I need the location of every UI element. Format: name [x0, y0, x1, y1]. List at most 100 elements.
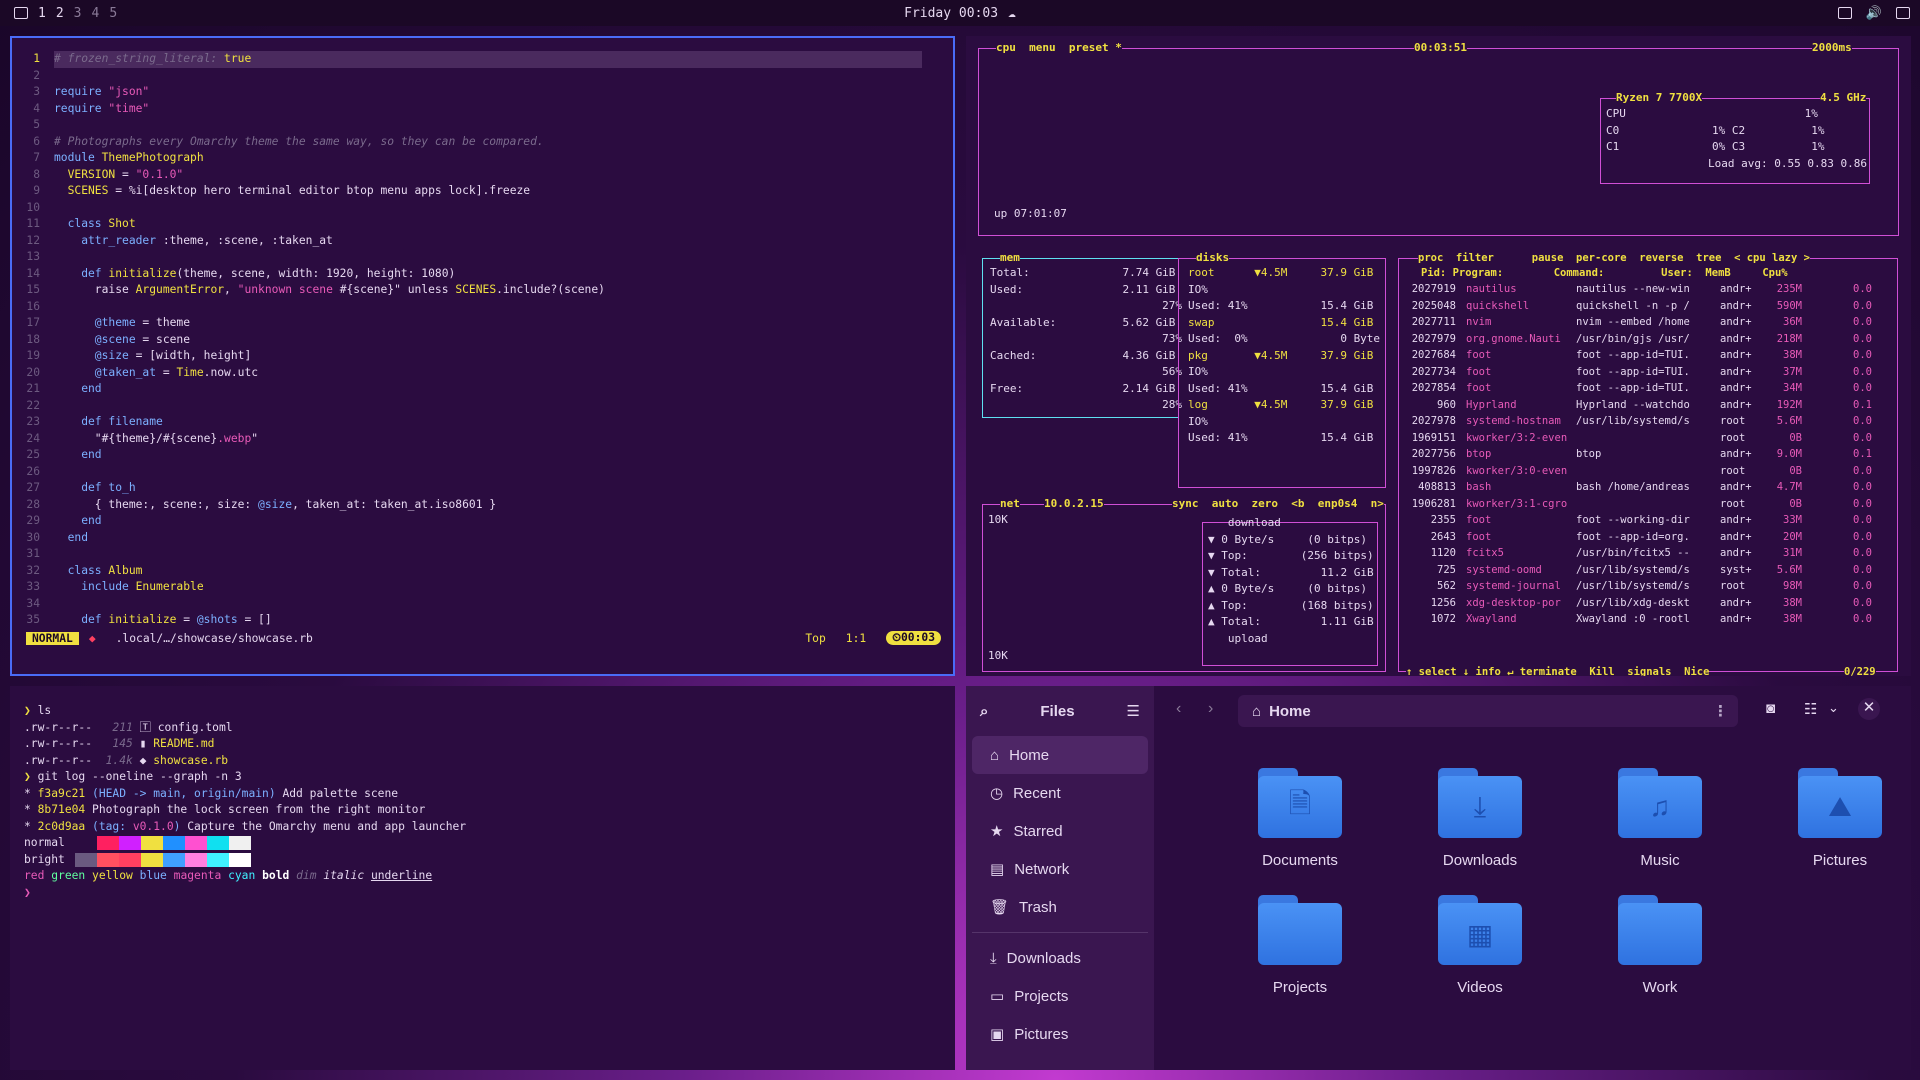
more-icon[interactable]: ⋮	[1713, 702, 1728, 720]
net-controls[interactable]: sync auto zero <b enp0s4 n>	[1172, 496, 1384, 513]
code-line[interactable]: 28 { theme:, scene:, size: @size, taken_…	[20, 497, 922, 514]
code-line[interactable]: 27 def to_h	[20, 480, 922, 497]
folder-projects[interactable]: Projects	[1210, 895, 1390, 996]
sidebar-item-starred[interactable]: ★ Starred	[972, 812, 1148, 850]
search-icon[interactable]: ⌕	[980, 703, 988, 720]
sidebar-item-recent[interactable]: ◷ Recent	[972, 774, 1148, 812]
code-line[interactable]: 17 @theme = theme	[20, 315, 922, 332]
location-bar[interactable]: ⌂ Home ⋮	[1238, 695, 1738, 727]
code-line[interactable]: 22	[20, 398, 922, 415]
sidebar-item-network[interactable]: ▤ Network	[972, 850, 1148, 888]
code-line[interactable]: 2	[20, 68, 922, 85]
code-line[interactable]: 8 VERSION = "0.1.0"	[20, 167, 922, 184]
code-line[interactable]: 25 end	[20, 447, 922, 464]
bookmark-projects[interactable]: ▭ Projects	[972, 977, 1148, 1015]
code-line[interactable]: 15 raise ArgumentError, "unknown scene #…	[20, 282, 922, 299]
code-line[interactable]: 29 end	[20, 513, 922, 530]
bookmark-pictures[interactable]: ▣ Pictures	[972, 1015, 1148, 1053]
process-row[interactable]: 1120 fcitx5/usr/bin/fcitx5 -- andr+ 31M 0.0	[1402, 545, 1872, 562]
terminal-output[interactable]: ❯ ls .rw-r--r-- 211 🅃 config.toml .rw-r--r…	[24, 703, 466, 901]
code-line[interactable]: 20 @taken_at = Time.now.utc	[20, 365, 922, 382]
process-row[interactable]: 960 Hyprland Hyprland --watchdo andr+ 192M 0.…	[1402, 397, 1872, 414]
process-row[interactable]: 2027978 systemd-hostnam/usr/lib/systemd/s…	[1402, 413, 1872, 430]
process-row[interactable]: 725 systemd-oomd/usr/lib/systemd/s syst+ 5.…	[1402, 562, 1872, 579]
code-line[interactable]: 31	[20, 546, 922, 563]
sidebar-item-home[interactable]: ⌂ Home	[972, 736, 1148, 774]
proc-footer[interactable]: ↑ select ↓ info ↵ terminate Kill signals…	[1406, 664, 1710, 676]
code-line[interactable]: 14 def initialize(theme, scene, width: 1…	[20, 266, 922, 283]
process-list[interactable]: 2027919 nautilus nautilus --new-win andr+ 23…	[1402, 281, 1872, 628]
process-row[interactable]: 2027711 nvim nvim --embed /home andr+ 36M 0.0	[1402, 314, 1872, 331]
code-line[interactable]: 4 require "time"	[20, 101, 922, 118]
terminal-pane[interactable]: ❯ ls .rw-r--r-- 211 🅃 config.toml .rw-r--r…	[10, 686, 955, 1070]
process-row[interactable]: 408813 bash bash /home/andreas andr+ 4.7M 0.0	[1402, 479, 1872, 496]
code-line[interactable]: 9 SCENES = %i[desktop hero terminal edit…	[20, 183, 922, 200]
process-row[interactable]: 1256 xdg-desktop-por/usr/lib/xdg-deskt and…	[1402, 595, 1872, 612]
sidebar-item-trash[interactable]: 🗑 Trash	[972, 888, 1148, 926]
code-line[interactable]: 30 end	[20, 530, 922, 547]
process-row[interactable]: 1997826 kworker/3:0-even root 0B 0.0	[1402, 463, 1872, 480]
code-line[interactable]: 5	[20, 117, 922, 134]
process-row[interactable]: 2027919 nautilus nautilus --new-win andr+ 23…	[1402, 281, 1872, 298]
process-row[interactable]: 562 systemd-journal/usr/lib/systemd/s root…	[1402, 578, 1872, 595]
folder-documents[interactable]: 🗎 Documents	[1210, 768, 1390, 869]
code-line[interactable]: 21 end	[20, 381, 922, 398]
process-row[interactable]: 2643 foot foot --app-id=org. andr+ 20M 0.0	[1402, 529, 1872, 546]
code-line[interactable]: 33 include Enumerable	[20, 579, 922, 596]
process-row[interactable]: 1969151 kworker/3:2-even root 0B 0.0	[1402, 430, 1872, 447]
process-row[interactable]: 1072 Xwayland Xwayland :0 -rootl andr+ 38M 0.…	[1402, 611, 1872, 628]
files-window[interactable]: ⌕ Files ☰ ⌂ Home ◷ Recent ★ Starred ▤ Network 🗑 T…	[966, 686, 1911, 1070]
folder-pictures[interactable]: ⛰ Pictures	[1750, 768, 1911, 869]
process-row[interactable]: 2027684 foot foot --app-id=TUI. andr+ 38M 0.0	[1402, 347, 1872, 364]
editor-pane[interactable]: 1 # frozen_string_literal: true 2 3 require …	[10, 36, 955, 676]
bookmark-downloads[interactable]: ⤓ Downloads	[972, 939, 1148, 977]
folder-work[interactable]: Work	[1570, 895, 1750, 996]
code-line[interactable]: 7 module ThemePhotograph	[20, 150, 922, 167]
btop-pane[interactable]: cpu menu preset * 00:03:51 2000ms up 07:…	[966, 36, 1911, 676]
process-row[interactable]: 1906281 kworker/3:1-cgro root 0B 0.0	[1402, 496, 1872, 513]
chevron-down-icon[interactable]: ⌄	[1828, 700, 1839, 716]
folder-downloads[interactable]: ⤓ Downloads	[1390, 768, 1570, 869]
process-row[interactable]: 2025048 quickshell quickshell -n -p / andr+…	[1402, 298, 1872, 315]
cpu-tabs[interactable]: cpu menu preset *	[996, 40, 1122, 57]
code-line[interactable]: 16	[20, 299, 922, 316]
clock[interactable]: Friday 00:03	[904, 6, 998, 21]
code-line[interactable]: 18 @scene = scene	[20, 332, 922, 349]
workspace-1[interactable]: 1	[38, 6, 46, 21]
forward-icon[interactable]: ›	[1208, 700, 1213, 718]
code-line[interactable]: 35 def initialize = @shots = []	[20, 612, 922, 629]
camera-icon[interactable]: ◙	[1766, 700, 1775, 717]
screen-record-icon[interactable]	[1837, 7, 1852, 19]
code-line[interactable]: 32 class Album	[20, 563, 922, 580]
code-line[interactable]: 34	[20, 596, 922, 613]
launcher-icon[interactable]	[14, 7, 28, 19]
close-icon[interactable]: ✕	[1858, 698, 1880, 720]
process-row[interactable]: 2027854 foot foot --app-id=TUI. andr+ 34M 0.0	[1402, 380, 1872, 397]
code-line[interactable]: 1 # frozen_string_literal: true	[20, 51, 922, 68]
process-row[interactable]: 2027979 org.gnome.Nauti/usr/bin/gjs /usr/…	[1402, 331, 1872, 348]
folder-videos[interactable]: ▦ Videos	[1390, 895, 1570, 996]
process-row[interactable]: 2355 foot foot --working-dir andr+ 33M 0.0	[1402, 512, 1872, 529]
back-icon[interactable]: ‹	[1176, 700, 1181, 718]
code-line[interactable]: 12 attr_reader :theme, :scene, :taken_at	[20, 233, 922, 250]
code-view[interactable]: 1 # frozen_string_literal: true 2 3 require …	[20, 51, 922, 629]
workspace-5[interactable]: 5	[109, 6, 117, 21]
update-interval[interactable]: 2000ms	[1812, 40, 1852, 57]
code-line[interactable]: 24 "#{theme}/#{scene}.webp"	[20, 431, 922, 448]
process-row[interactable]: 2027756 btop btop andr+ 9.0M 0.1	[1402, 446, 1872, 463]
code-line[interactable]: 13	[20, 249, 922, 266]
menu-icon[interactable]: ☰	[1127, 702, 1140, 720]
display-icon[interactable]	[1896, 7, 1910, 19]
code-line[interactable]: 10	[20, 200, 922, 217]
workspace-2[interactable]: 2	[56, 6, 64, 21]
code-line[interactable]: 6 # Photographs every Omarchy theme the s…	[20, 134, 922, 151]
code-line[interactable]: 11 class Shot	[20, 216, 922, 233]
code-line[interactable]: 19 @size = [width, height]	[20, 348, 922, 365]
workspace-4[interactable]: 4	[91, 6, 99, 21]
workspace-3[interactable]: 3	[74, 6, 82, 21]
list-view-icon[interactable]: ☷	[1804, 700, 1817, 718]
folder-music[interactable]: ♫ Music	[1570, 768, 1750, 869]
process-row[interactable]: 2027734 foot foot --app-id=TUI. andr+ 37M 0.0	[1402, 364, 1872, 381]
code-line[interactable]: 3 require "json"	[20, 84, 922, 101]
volume-icon[interactable]: 🔊	[1866, 6, 1882, 21]
